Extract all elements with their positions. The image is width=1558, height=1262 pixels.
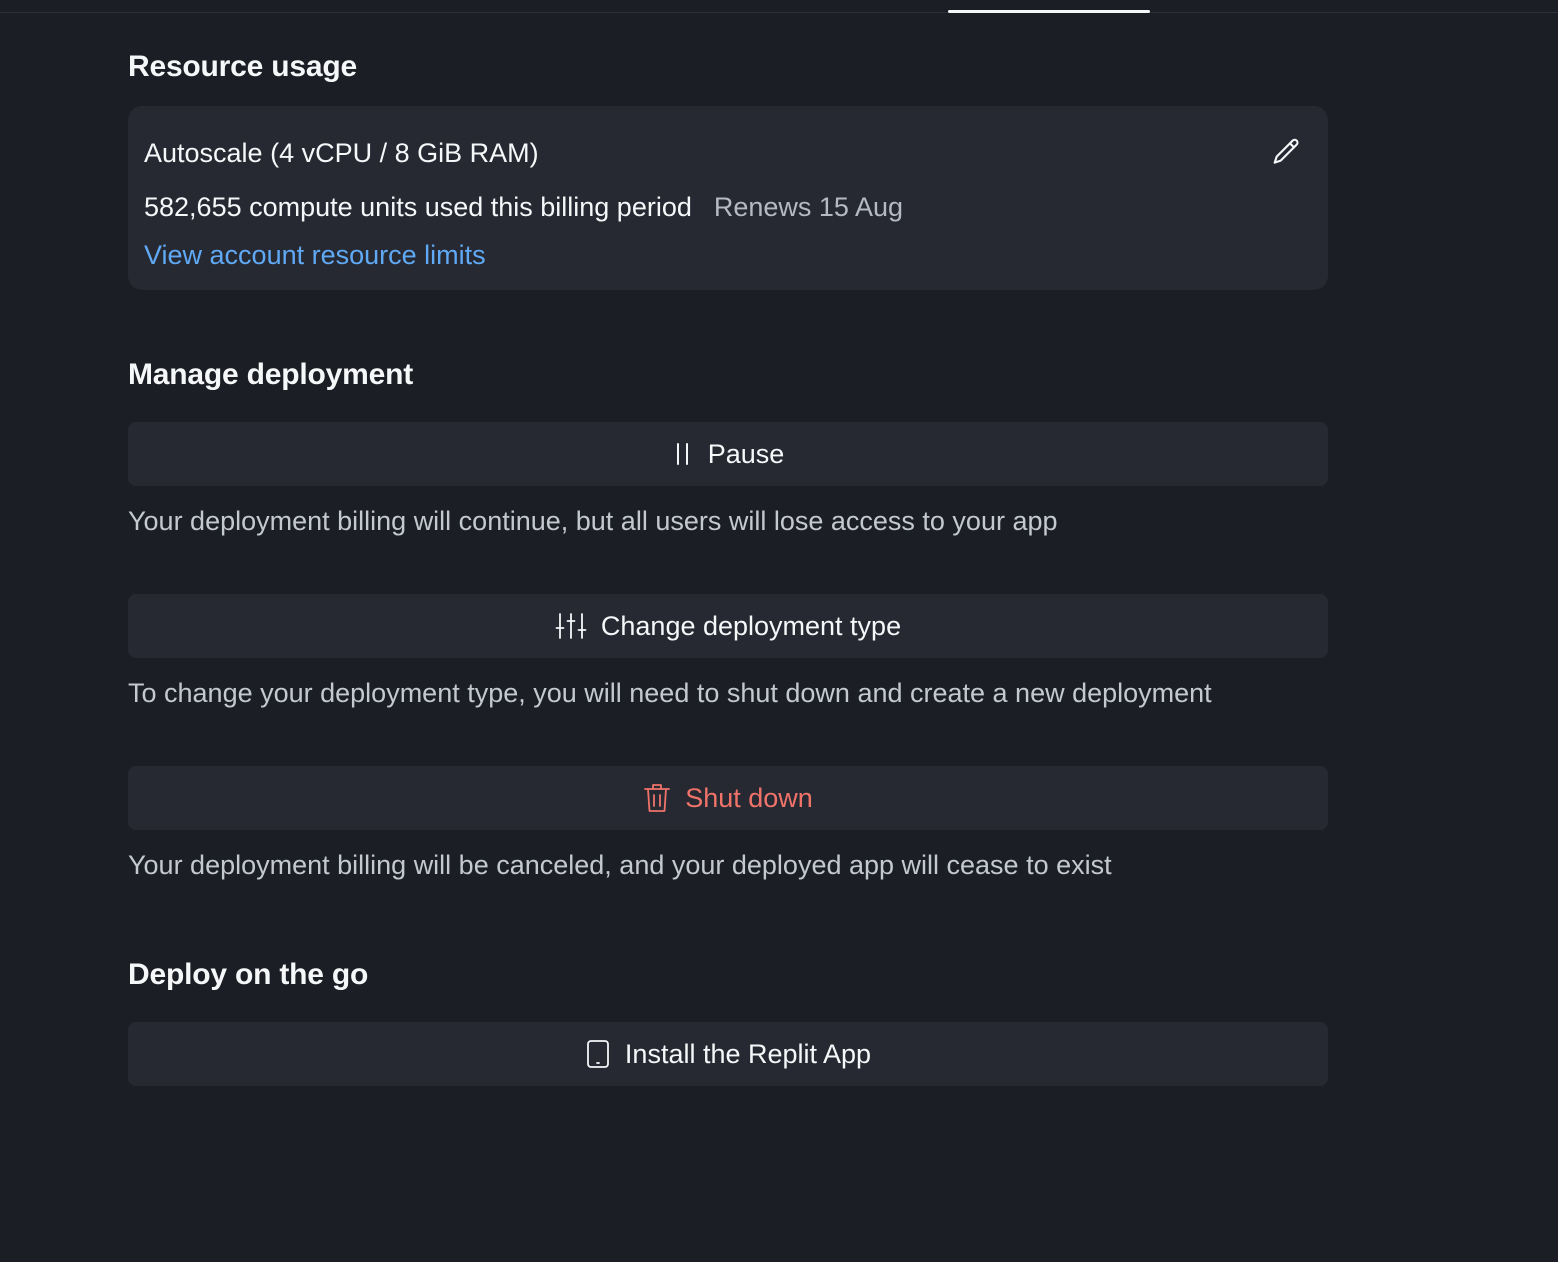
edit-plan-button[interactable] <box>1268 136 1304 172</box>
active-tab-indicator <box>948 10 1150 13</box>
deploy-on-the-go-title: Deploy on the go <box>128 958 369 991</box>
resource-usage-title: Resource usage <box>128 50 357 83</box>
view-resource-limits-link[interactable]: View account resource limits <box>144 240 486 271</box>
resource-usage-card: Autoscale (4 vCPU / 8 GiB RAM) 582,655 c… <box>128 106 1328 290</box>
compute-units-text: 582,655 compute units used this billing … <box>144 192 692 222</box>
pause-label: Pause <box>707 438 785 469</box>
trash-icon <box>643 782 671 814</box>
pause-icon <box>672 441 694 467</box>
header-divider <box>0 12 1558 13</box>
phone-icon <box>585 1038 611 1070</box>
pause-description: Your deployment billing will continue, b… <box>128 506 1058 536</box>
manage-deployment-title: Manage deployment <box>128 358 413 391</box>
compute-usage-row: 582,655 compute units used this billing … <box>144 192 903 223</box>
sliders-icon <box>555 611 587 641</box>
plan-label: Autoscale (4 vCPU / 8 GiB RAM) <box>144 138 539 168</box>
change-deployment-type-button[interactable]: Change deployment type <box>128 594 1328 658</box>
change-type-description: To change your deployment type, you will… <box>128 678 1212 708</box>
install-replit-app-button[interactable]: Install the Replit App <box>128 1022 1328 1086</box>
install-app-label: Install the Replit App <box>624 1038 872 1069</box>
shut-down-description: Your deployment billing will be canceled… <box>128 850 1112 880</box>
shut-down-button[interactable]: Shut down <box>128 766 1328 830</box>
renewal-date: Renews 15 Aug <box>713 192 903 222</box>
pause-button[interactable]: Pause <box>128 422 1328 486</box>
shut-down-label: Shut down <box>685 782 813 813</box>
pencil-icon <box>1270 136 1302 173</box>
change-deployment-type-label: Change deployment type <box>600 610 902 641</box>
